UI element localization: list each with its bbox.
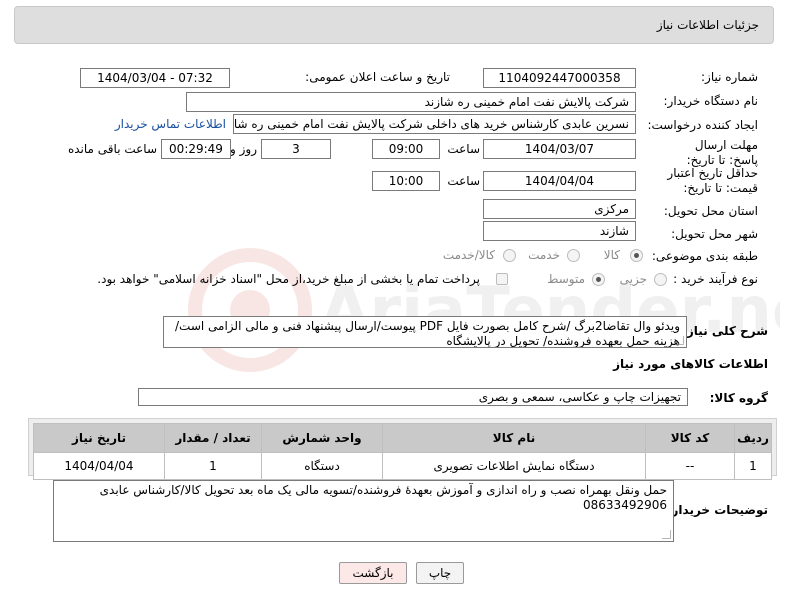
- reply-time-label: ساعت: [447, 142, 480, 156]
- province-label: استان محل تحویل:: [663, 204, 758, 218]
- cell-date: 1404/04/04: [33, 452, 165, 480]
- description-label: شرح کلی نیاز:: [682, 324, 768, 338]
- buyer-notes-textarea[interactable]: حمل ونقل بهمراه نصب و راه اندازی و آموزش…: [53, 480, 674, 542]
- price-time-field: 10:00: [372, 171, 440, 191]
- cell-code: --: [645, 452, 735, 480]
- price-time-label: ساعت: [447, 174, 480, 188]
- category-option-goods: کالا: [603, 248, 620, 262]
- category-option-service: خدمت: [528, 248, 560, 262]
- description-text: ویدئو وال تقاضا2برگ /شرح کامل بصورت فایل…: [175, 319, 680, 348]
- cell-qty: 1: [164, 452, 262, 480]
- print-button[interactable]: چاپ: [416, 562, 464, 584]
- process-option-medium: متوسط: [547, 272, 585, 286]
- buyer-contact-link[interactable]: اطلاعات تماس خریدار: [115, 117, 226, 131]
- category-option-both: کالا/خدمت: [442, 248, 495, 262]
- buyer-field: شرکت پالایش نفت امام خمینی ره شازند: [186, 92, 636, 112]
- description-textarea[interactable]: ویدئو وال تقاضا2برگ /شرح کامل بصورت فایل…: [163, 316, 687, 348]
- price-validity-label: حداقل تاریخ اعتبار قیمت: تا تاریخ:: [667, 166, 758, 195]
- reply-date-field: 1404/03/07: [483, 139, 636, 159]
- price-date-field: 1404/04/04: [483, 171, 636, 191]
- goods-group-label: گروه کالا:: [709, 391, 768, 405]
- cell-name: دستگاه نمایش اطلاعات تصویری: [382, 452, 646, 480]
- category-radio-both[interactable]: [503, 249, 516, 262]
- payment-treasury-checkbox[interactable]: [496, 273, 508, 285]
- need-number-label: شماره نیاز:: [701, 70, 758, 84]
- need-number-field: 1104092447000358: [483, 68, 636, 88]
- announce-date-field: 1404/03/04 - 07:32: [80, 68, 230, 88]
- col-header-date: تاریخ نیاز: [33, 423, 165, 453]
- buyer-notes-text: حمل ونقل بهمراه نصب و راه اندازی و آموزش…: [99, 483, 667, 512]
- reply-deadline-label: مهلت ارسال پاسخ: تا تاریخ:: [686, 138, 758, 167]
- process-label: نوع فرآیند خرید :: [673, 272, 758, 286]
- col-header-code: کد کالا: [645, 423, 735, 453]
- goods-section-title: اطلاعات کالاهای مورد نیاز: [613, 357, 768, 371]
- city-label: شهر محل تحویل:: [671, 227, 758, 241]
- col-header-row: ردیف: [734, 423, 772, 453]
- province-field: مرکزی: [483, 199, 636, 219]
- items-table: ردیف کد کالا نام کالا واحد شمارش تعداد /…: [33, 423, 772, 480]
- col-header-unit: واحد شمارش: [261, 423, 383, 453]
- page-title: جزئیات اطلاعات نیاز: [656, 18, 759, 32]
- category-radio-service[interactable]: [567, 249, 580, 262]
- resize-handle-icon[interactable]: [675, 336, 684, 345]
- col-header-name: نام کالا: [382, 423, 646, 453]
- process-radio-medium[interactable]: [592, 273, 605, 286]
- items-table-header: ردیف کد کالا نام کالا واحد شمارش تعداد /…: [33, 423, 772, 453]
- goods-group-field: تجهیزات چاپ و عکاسی، سمعی و بصری: [138, 388, 688, 406]
- remaining-time-label: ساعت باقی مانده: [67, 142, 157, 156]
- back-button[interactable]: بازگشت: [339, 562, 407, 584]
- page-title-bar: جزئیات اطلاعات نیاز: [14, 6, 774, 44]
- category-label: طبقه بندی موضوعی:: [651, 249, 758, 263]
- process-radio-minor[interactable]: [654, 273, 667, 286]
- buyer-notes-label: توضیحات خریدار:: [666, 503, 768, 517]
- process-option-minor: جزیی: [619, 272, 647, 286]
- days-field: 3: [261, 139, 331, 159]
- category-radio-goods[interactable]: [630, 249, 643, 262]
- payment-note: پرداخت تمام یا بخشی از مبلغ خرید،از محل …: [97, 272, 480, 286]
- table-row: 1 -- دستگاه نمایش اطلاعات تصویری دستگاه …: [33, 452, 772, 480]
- remaining-time-field: 00:29:49: [161, 139, 231, 159]
- resize-handle-icon[interactable]: [662, 530, 671, 539]
- buyer-label: نام دستگاه خریدار:: [663, 94, 759, 108]
- cell-unit: دستگاه: [261, 452, 383, 480]
- city-field: شازند: [483, 221, 636, 241]
- creator-label: ایجاد کننده درخواست:: [647, 118, 758, 132]
- col-header-qty: تعداد / مقدار: [164, 423, 262, 453]
- cell-row: 1: [734, 452, 772, 480]
- reply-time-field: 09:00: [372, 139, 440, 159]
- announce-date-label: تاریخ و ساعت اعلان عمومی:: [305, 70, 450, 84]
- days-label: روز و: [230, 142, 257, 156]
- creator-field: نسرین عابدی کارشناس خرید های داخلی شرکت …: [233, 114, 636, 134]
